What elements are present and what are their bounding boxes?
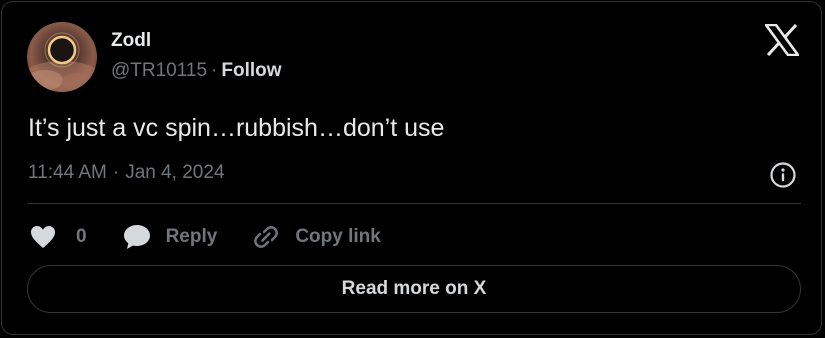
like-button[interactable]: 0 [30,225,87,249]
author-handle[interactable]: @TR10115 [111,60,207,81]
avatar[interactable] [27,22,97,92]
heart-icon [30,225,56,249]
author-handle-row: @TR10115 · Follow [111,60,282,82]
divider [27,203,801,204]
read-more-button[interactable]: Read more on X [27,265,801,313]
info-icon[interactable] [769,161,797,189]
reply-button[interactable]: Reply [123,224,218,250]
follow-button[interactable]: Follow [221,60,281,81]
timestamp-separator: · [112,162,120,183]
copy-link-button[interactable]: Copy link [253,224,381,250]
tweet-timestamp[interactable]: 11:44 AM · Jan 4, 2024 [28,162,225,184]
action-bar: 0 Reply Copy link [30,222,381,252]
x-logo-icon[interactable] [764,23,800,57]
tweet-embed-card: Zodl @TR10115 · Follow It’s just a vc spin… [1,1,822,335]
speech-bubble-icon [123,224,151,250]
tweet-time: 11:44 AM [28,162,107,183]
tweet-text: It’s just a vc spin…rubbish…don’t use [28,114,445,142]
tweet-date: Jan 4, 2024 [125,162,225,183]
copy-link-label: Copy link [295,226,381,247]
avatar-image [27,32,97,92]
handle-separator: · [211,60,218,81]
like-count: 0 [76,226,87,247]
link-icon [253,224,279,250]
reply-label: Reply [165,226,218,247]
author-name[interactable]: Zodl [111,30,151,52]
read-more-label: Read more on X [341,278,487,299]
